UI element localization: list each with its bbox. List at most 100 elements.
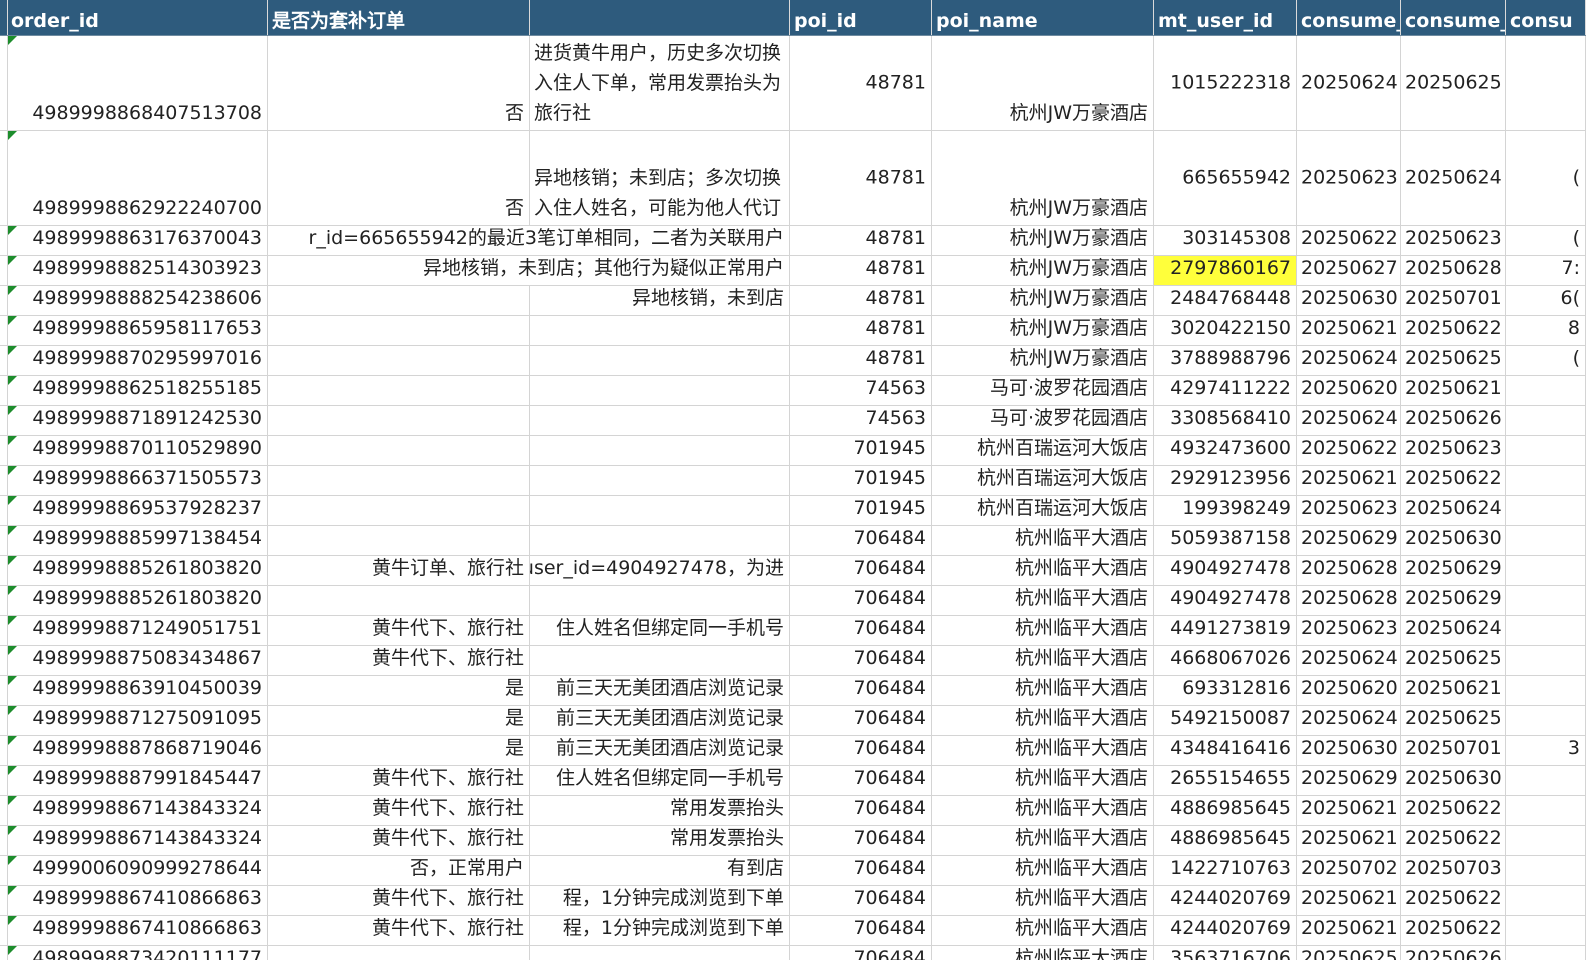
cell-poi-name[interactable]: 杭州JW万豪酒店 xyxy=(932,346,1154,375)
table-row[interactable]: 4989998863910450039 是 前三天无美团酒店浏览记录 706484 杭州… xyxy=(0,676,1586,706)
cell-order-id[interactable]: 4989998865958117653 xyxy=(8,316,268,345)
cell-remark[interactable] xyxy=(530,406,790,435)
cell-mt-user-id[interactable]: 4886985645 xyxy=(1154,796,1297,825)
cell-poi-id[interactable]: 48781 xyxy=(790,316,932,345)
cell-consume-1[interactable]: 20250621 xyxy=(1297,826,1401,855)
table-row[interactable]: 4989998871275091095 是 前三天无美团酒店浏览记录 706484 杭州… xyxy=(0,706,1586,736)
cell-consume-1[interactable]: 20250624 xyxy=(1297,346,1401,375)
cell-consume-2[interactable]: 20250701 xyxy=(1401,286,1506,315)
cell-order-id[interactable]: 4989998862518255185 xyxy=(8,376,268,405)
cell-order-id[interactable]: 4989998887868719046 xyxy=(8,736,268,765)
cell-order-id[interactable]: 4989998869537928237 xyxy=(8,496,268,525)
cell-is-supplement[interactable]: 否，正常用户 xyxy=(268,856,530,885)
cell-consume-2[interactable]: 20250630 xyxy=(1401,526,1506,555)
cell-consume-3[interactable] xyxy=(1506,526,1586,555)
table-row[interactable]: 4989998865958117653 48781 杭州JW万豪酒店 30204221… xyxy=(0,316,1586,346)
cell-is-supplement[interactable]: 黄牛代下、旅行社 xyxy=(268,646,530,675)
cell-consume-1[interactable]: 20250628 xyxy=(1297,586,1401,615)
cell-poi-id[interactable]: 48781 xyxy=(790,256,932,285)
cell-remark[interactable] xyxy=(530,316,790,345)
cell-consume-3[interactable]: 7: xyxy=(1506,256,1586,285)
cell-mt-user-id[interactable]: 4668067026 xyxy=(1154,646,1297,675)
cell-remark[interactable]: 程，1分钟完成浏览到下单 xyxy=(530,916,790,945)
cell-remark[interactable] xyxy=(530,526,790,555)
cell-mt-user-id[interactable]: 1015222318 xyxy=(1154,36,1297,130)
table-row[interactable]: 4989998870110529890 701945 杭州百瑞运河大饭店 493247… xyxy=(0,436,1586,466)
cell-consume-3[interactable] xyxy=(1506,916,1586,945)
cell-order-id[interactable]: 4989998873420111177 xyxy=(8,946,268,960)
cell-poi-id[interactable]: 706484 xyxy=(790,646,932,675)
cell-consume-1[interactable]: 20250625 xyxy=(1297,946,1401,960)
cell-consume-2[interactable]: 20250628 xyxy=(1401,256,1506,285)
cell-remark[interactable]: 住人姓名但绑定同一手机号 xyxy=(530,766,790,795)
cell-consume-2[interactable]: 20250625 xyxy=(1401,646,1506,675)
cell-consume-1[interactable]: 20250623 xyxy=(1297,616,1401,645)
cell-consume-2[interactable]: 20250629 xyxy=(1401,586,1506,615)
cell-order-id[interactable]: 4989998867143843324 xyxy=(8,796,268,825)
cell-poi-id[interactable]: 48781 xyxy=(790,226,932,255)
cell-poi-id[interactable]: 48781 xyxy=(790,346,932,375)
cell-consume-1[interactable]: 20250620 xyxy=(1297,676,1401,705)
column-header-order-id[interactable]: order_id xyxy=(8,0,268,35)
cell-is-supplement[interactable] xyxy=(268,946,530,960)
cell-is-supplement[interactable] xyxy=(268,376,530,405)
cell-order-id[interactable]: 4989998871275091095 xyxy=(8,706,268,735)
cell-is-supplement[interactable]: 是 xyxy=(268,676,530,705)
cell-consume-2[interactable]: 20250622 xyxy=(1401,826,1506,855)
cell-mt-user-id[interactable]: 4932473600 xyxy=(1154,436,1297,465)
cell-poi-name[interactable]: 杭州JW万豪酒店 xyxy=(932,36,1154,130)
cell-consume-2[interactable]: 20250624 xyxy=(1401,131,1506,225)
cell-poi-name[interactable]: 杭州临平大酒店 xyxy=(932,736,1154,765)
cell-poi-name[interactable]: 马可·波罗花园酒店 xyxy=(932,376,1154,405)
cell-remark[interactable]: 进货黄牛用户，历史多次切换入住人下单，常用发票抬头为旅行社 xyxy=(530,36,790,130)
cell-order-id[interactable]: 4989998885997138454 xyxy=(8,526,268,555)
cell-consume-2[interactable]: 20250625 xyxy=(1401,346,1506,375)
cell-mt-user-id[interactable]: 4491273819 xyxy=(1154,616,1297,645)
cell-consume-2[interactable]: 20250622 xyxy=(1401,796,1506,825)
cell-consume-1[interactable]: 20250630 xyxy=(1297,286,1401,315)
table-row[interactable]: 4989998871891242530 74563 马可·波罗花园酒店 3308568… xyxy=(0,406,1586,436)
cell-order-id[interactable]: 4989998871249051751 xyxy=(8,616,268,645)
cell-order-id[interactable]: 4989998870110529890 xyxy=(8,436,268,465)
cell-consume-1[interactable]: 20250621 xyxy=(1297,316,1401,345)
cell-poi-id[interactable]: 706484 xyxy=(790,946,932,960)
cell-consume-1[interactable]: 20250623 xyxy=(1297,131,1401,225)
cell-consume-3[interactable] xyxy=(1506,796,1586,825)
cell-consume-2[interactable]: 20250623 xyxy=(1401,436,1506,465)
cell-consume-2[interactable]: 20250625 xyxy=(1401,706,1506,735)
table-row[interactable]: 4989998887991845447 黄牛代下、旅行社 住人姓名但绑定同一手机号 7… xyxy=(0,766,1586,796)
cell-mt-user-id[interactable]: 4297411222 xyxy=(1154,376,1297,405)
cell-poi-id[interactable]: 48781 xyxy=(790,36,932,130)
cell-consume-2[interactable]: 20250622 xyxy=(1401,466,1506,495)
cell-consume-1[interactable]: 20250622 xyxy=(1297,436,1401,465)
table-row[interactable]: 4989998888254238606 异地核销，未到店 48781 杭州JW万豪酒店… xyxy=(0,286,1586,316)
cell-poi-id[interactable]: 701945 xyxy=(790,436,932,465)
table-row[interactable]: 4989998885261803820 黄牛订单、旅行社 user_id=49049… xyxy=(0,556,1586,586)
cell-consume-3[interactable]: ( xyxy=(1506,346,1586,375)
column-header-is-supplement[interactable]: 是否为套补订单 xyxy=(268,0,530,35)
cell-is-supplement[interactable]: 黄牛代下、旅行社 xyxy=(268,916,530,945)
cell-is-supplement[interactable]: 是 xyxy=(268,706,530,735)
cell-consume-3[interactable] xyxy=(1506,496,1586,525)
cell-poi-name[interactable]: 杭州临平大酒店 xyxy=(932,916,1154,945)
cell-poi-name[interactable]: 杭州百瑞运河大饭店 xyxy=(932,496,1154,525)
cell-order-id[interactable]: 4989998887991845447 xyxy=(8,766,268,795)
cell-remark[interactable]: 程，1分钟完成浏览到下单 xyxy=(530,886,790,915)
column-header-remark[interactable] xyxy=(530,0,790,35)
table-row[interactable]: 4989998862922240700 否异地核销；未到店；多次切换入住人姓名，可… xyxy=(0,131,1586,226)
table-row[interactable]: 4989998885261803820 706484 杭州临平大酒店 49049274… xyxy=(0,586,1586,616)
cell-poi-name[interactable]: 杭州临平大酒店 xyxy=(932,886,1154,915)
cell-consume-2[interactable]: 20250624 xyxy=(1401,616,1506,645)
table-row[interactable]: 4989998885997138454 706484 杭州临平大酒店 50593871… xyxy=(0,526,1586,556)
cell-order-id[interactable]: 4989998867143843324 xyxy=(8,826,268,855)
cell-remark[interactable]: 常用发票抬头 xyxy=(530,826,790,855)
cell-consume-2[interactable]: 20250626 xyxy=(1401,946,1506,960)
cell-poi-name[interactable]: 杭州临平大酒店 xyxy=(932,826,1154,855)
cell-is-supplement[interactable] xyxy=(268,286,530,315)
cell-poi-id[interactable]: 706484 xyxy=(790,796,932,825)
cell-consume-2[interactable]: 20250621 xyxy=(1401,676,1506,705)
cell-poi-name[interactable]: 杭州临平大酒店 xyxy=(932,676,1154,705)
cell-poi-id[interactable]: 706484 xyxy=(790,556,932,585)
cell-poi-name[interactable]: 杭州百瑞运河大饭店 xyxy=(932,436,1154,465)
cell-order-id[interactable]: 4989998863176370043 xyxy=(8,226,268,255)
